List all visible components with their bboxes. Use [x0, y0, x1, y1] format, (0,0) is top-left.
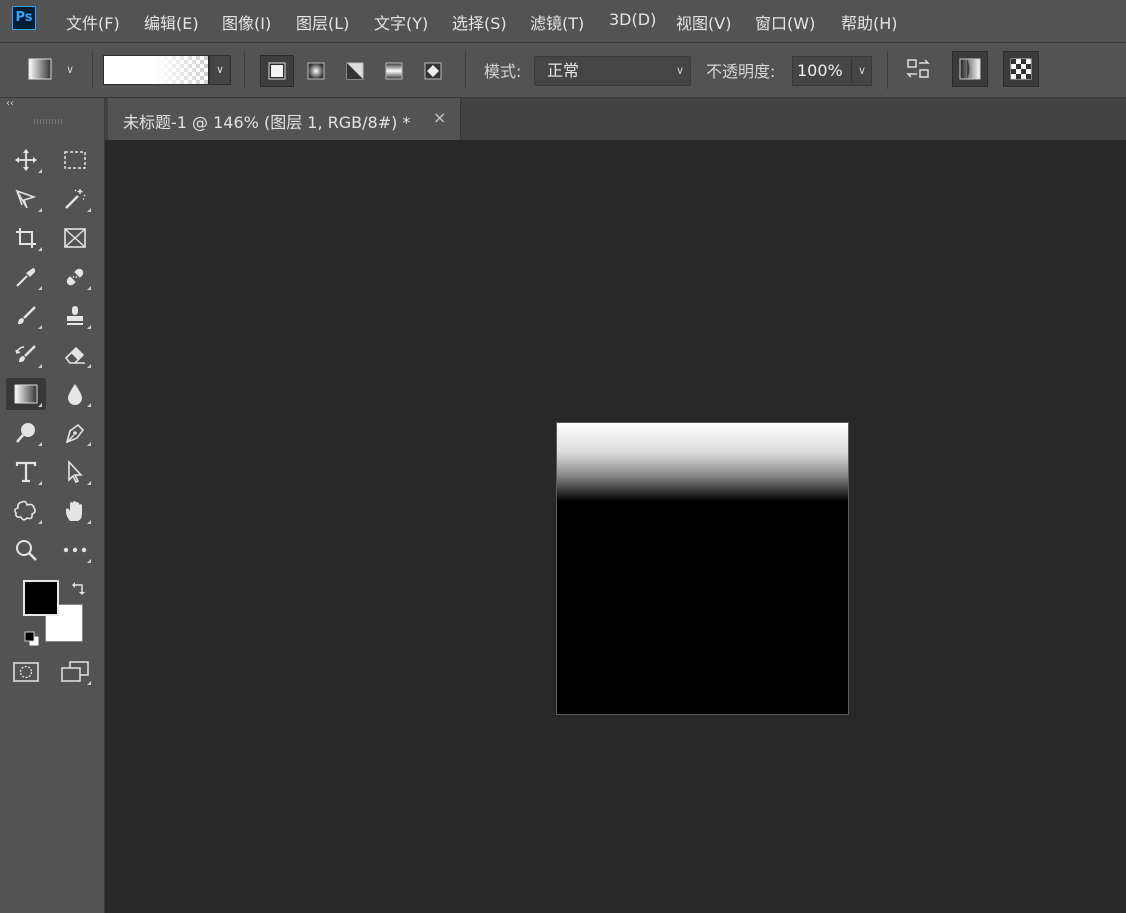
swap-colors-icon[interactable] — [71, 580, 87, 596]
pen-tool-icon[interactable] — [55, 417, 95, 449]
transparency-icon[interactable] — [1003, 51, 1039, 87]
radial-gradient-icon[interactable] — [299, 55, 333, 87]
opacity-value: 100% — [797, 61, 843, 80]
mode-value: 正常 — [547, 61, 580, 80]
menu-3d[interactable]: 3D(D) — [609, 10, 656, 29]
document-tab[interactable]: 未标题-1 @ 146% (图层 1, RGB/8#) * × — [108, 98, 461, 140]
menu-view[interactable]: 视图(V) — [676, 10, 731, 34]
mode-label: 模式: — [484, 62, 522, 81]
menu-layer[interactable]: 图层(L) — [296, 10, 349, 34]
eraser-icon[interactable] — [55, 339, 95, 371]
document-title: 未标题-1 @ 146% (图层 1, RGB/8#) * — [123, 113, 411, 132]
separator — [244, 51, 245, 89]
separator — [887, 51, 888, 89]
tools-panel: ‹‹ — [0, 98, 105, 913]
history-brush-icon[interactable] — [6, 339, 46, 371]
hand-tool-icon[interactable] — [55, 495, 95, 527]
eyedropper-icon[interactable] — [6, 261, 46, 293]
type-tool-icon[interactable] — [6, 456, 46, 488]
screen-mode-icon[interactable] — [55, 656, 95, 688]
chevron-down-icon: ∨ — [675, 64, 684, 77]
magic-wand-icon[interactable] — [55, 183, 95, 215]
gradient-swatch[interactable] — [103, 55, 209, 85]
close-icon[interactable]: × — [433, 108, 446, 127]
gradient-tool-icon[interactable] — [6, 378, 46, 410]
opacity-label: 不透明度: — [706, 62, 776, 81]
healing-brush-icon[interactable] — [55, 261, 95, 293]
collapse-panel-icon[interactable]: ‹‹ — [6, 98, 14, 109]
marquee-tool-icon[interactable] — [55, 144, 95, 176]
menu-image[interactable]: 图像(I) — [222, 10, 271, 34]
lasso-tool-icon[interactable] — [6, 183, 46, 215]
separator — [92, 51, 93, 89]
custom-shape-icon[interactable] — [6, 495, 46, 527]
menu-file[interactable]: 文件(F) — [66, 10, 120, 34]
linear-gradient-icon[interactable] — [260, 55, 294, 87]
separator — [465, 51, 466, 89]
angle-gradient-icon[interactable] — [338, 55, 372, 87]
mode-select[interactable]: 正常 ∨ — [534, 56, 691, 86]
blur-tool-icon[interactable] — [55, 378, 95, 410]
opacity-field[interactable]: 100% ∨ — [792, 56, 872, 86]
zoom-tool-icon[interactable] — [6, 534, 46, 566]
quick-mask-icon[interactable] — [6, 656, 46, 688]
dodge-tool-icon[interactable] — [6, 417, 46, 449]
brush-tool-icon[interactable] — [6, 300, 46, 332]
frame-tool-icon[interactable] — [55, 222, 95, 254]
chevron-down-icon[interactable]: ∨ — [858, 57, 866, 85]
more-tools-icon[interactable] — [55, 534, 95, 566]
path-selection-icon[interactable] — [55, 456, 95, 488]
foreground-color-swatch[interactable] — [23, 580, 59, 616]
document-canvas[interactable] — [556, 422, 849, 715]
reverse-icon[interactable] — [901, 51, 937, 87]
menu-type[interactable]: 文字(Y) — [374, 10, 428, 34]
menu-help[interactable]: 帮助(H) — [841, 10, 898, 34]
menu-filter[interactable]: 滤镜(T) — [530, 10, 584, 34]
gradient-tool-preset-icon[interactable] — [28, 58, 52, 80]
clone-stamp-icon[interactable] — [55, 300, 95, 332]
menu-select[interactable]: 选择(S) — [452, 10, 507, 34]
menu-bar: Ps 文件(F) 编辑(E) 图像(I) 图层(L) 文字(Y) 选择(S) 滤… — [0, 0, 1126, 43]
menu-edit[interactable]: 编辑(E) — [144, 10, 199, 34]
dither-icon[interactable] — [952, 51, 988, 87]
reflected-gradient-icon[interactable] — [377, 55, 411, 87]
panel-grip[interactable] — [34, 119, 64, 124]
crop-tool-icon[interactable] — [6, 222, 46, 254]
divider — [851, 59, 852, 83]
gradient-picker-chevron-icon[interactable]: ∨ — [209, 55, 231, 85]
default-colors-icon[interactable] — [24, 631, 40, 647]
menu-window[interactable]: 窗口(W) — [755, 10, 815, 34]
move-tool-icon[interactable] — [6, 144, 46, 176]
tool-preset-chevron-icon[interactable]: ∨ — [66, 63, 74, 76]
app-logo: Ps — [12, 6, 36, 30]
diamond-gradient-icon[interactable] — [416, 55, 450, 87]
